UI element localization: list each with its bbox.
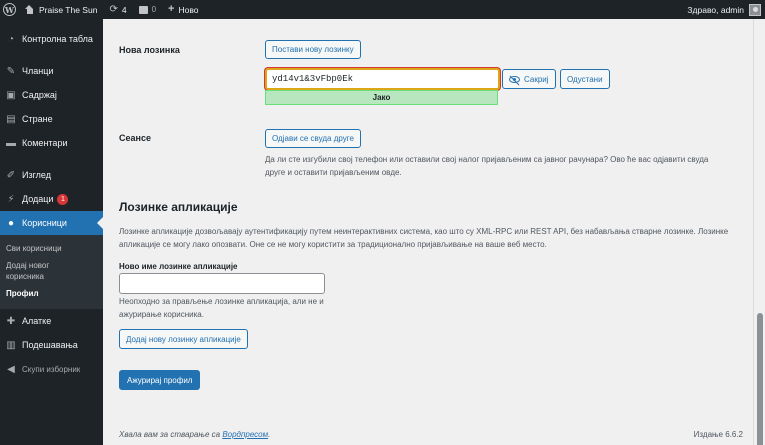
sidebar-item-pages[interactable]: ▤ Стране: [0, 107, 103, 131]
collapse-menu-button[interactable]: ◀ Скупи изборник: [0, 357, 103, 381]
wordpress-link[interactable]: Вордпресом: [222, 430, 268, 439]
sidebar-item-dashboard[interactable]: ◔ Контролна табла: [0, 27, 103, 51]
new-app-password-input[interactable]: [119, 273, 325, 294]
plugins-update-badge: 1: [57, 193, 69, 205]
plugin-icon: ⚡: [7, 193, 15, 205]
comment-bubble-icon: [138, 5, 148, 14]
app-passwords-heading: Лозинке апликације: [119, 200, 238, 214]
sidebar-item-media[interactable]: ▣ Садржај: [0, 83, 103, 107]
page-scrollbar[interactable]: [753, 19, 765, 445]
plus-icon: +: [168, 3, 175, 15]
updates-link[interactable]: ⟳ 4: [103, 0, 132, 19]
sidebar-item-label: Коментари: [22, 138, 68, 148]
sidebar-item-appearance[interactable]: ✐ Изглед: [0, 163, 103, 187]
sessions-description: Да ли сте изгубили свој телефон или оста…: [265, 155, 709, 177]
scrollbar-thumb[interactable]: [757, 313, 763, 445]
avatar: [749, 3, 761, 16]
settings-sliders-icon: ▥: [6, 339, 16, 351]
cancel-password-button[interactable]: Одустани: [560, 69, 610, 89]
sidebar-item-label: Корисници: [22, 218, 67, 228]
admin-bar: W Praise The Sun ⟳ 4 0 + Ново Здраво, ad…: [0, 0, 765, 19]
sidebar-item-label: Чланци: [22, 66, 54, 76]
updates-count: 4: [121, 4, 127, 15]
update-profile-button[interactable]: Ажурирај профил: [119, 370, 201, 390]
comments-icon: ▬: [6, 137, 16, 149]
new-password-label: Нова лозинка: [119, 45, 180, 55]
submenu-all-users[interactable]: Сви корисници: [0, 240, 103, 257]
sidebar-item-posts[interactable]: ✎ Чланци: [0, 59, 103, 83]
set-new-password-button[interactable]: Постави нову лозинку: [265, 40, 361, 59]
password-input[interactable]: yd14v1&3vFbp0Ek: [265, 68, 500, 90]
hide-button-label: Сакриј: [524, 74, 549, 84]
sessions-label: Сеансе: [119, 133, 151, 143]
new-app-password-hint: Неопходно за прављење лозинке апликација…: [119, 297, 324, 319]
profile-page-content: Нова лозинка Постави нову лозинку yd14v1…: [103, 19, 753, 445]
site-name-link[interactable]: Praise The Sun: [19, 0, 103, 19]
sidebar-item-plugins[interactable]: ⚡ Додаци 1: [0, 187, 103, 211]
submenu-add-new-user[interactable]: Додај новог корисника: [0, 257, 70, 285]
password-value: yd14v1&3vFbp0Ek: [272, 74, 354, 84]
users-submenu: Сви корисници Додај новог корисника Проф…: [0, 235, 103, 309]
collapse-arrow-icon: ◀: [7, 363, 15, 375]
wordpress-logo-menu[interactable]: W: [0, 0, 19, 19]
dashboard-gauge-icon: ◔: [7, 33, 15, 45]
wordpress-logo-icon: W: [3, 3, 16, 16]
sidebar-item-tools[interactable]: ✚ Алатке: [0, 309, 103, 333]
paintbrush-icon: ✐: [6, 169, 16, 181]
add-app-password-button[interactable]: Додај нову лозинку апликације: [119, 329, 248, 349]
comments-link[interactable]: 0: [133, 0, 162, 19]
footer-thanks-suffix: .: [268, 430, 271, 439]
pushpin-icon: ✎: [6, 65, 16, 77]
footer-version: Издање 6.6.2: [693, 430, 743, 439]
eye-slash-icon: [509, 75, 520, 83]
sidebar-item-label: Изглед: [22, 170, 51, 180]
sidebar-item-label: Скупи изборник: [22, 364, 81, 374]
app-passwords-description: Лозинке апликације дозвољавају аутентифи…: [119, 227, 729, 249]
sidebar-item-label: Контролна табла: [22, 34, 93, 44]
sidebar-item-label: Стране: [22, 114, 53, 124]
media-icon: ▣: [6, 89, 16, 101]
sidebar-item-label: Садржај: [22, 90, 57, 100]
wrench-icon: ✚: [6, 315, 16, 327]
pages-icon: ▤: [6, 113, 16, 125]
site-name: Praise The Sun: [39, 4, 98, 15]
sidebar-item-users[interactable]: ● Корисници: [0, 211, 103, 235]
greeting: Здраво, admin: [687, 4, 744, 15]
sidebar-item-settings[interactable]: ▥ Подешавања: [0, 333, 103, 357]
password-strength-meter: Јако: [265, 90, 498, 105]
sidebar-item-comments[interactable]: ▬ Коментари: [0, 131, 103, 155]
home-icon: [25, 5, 34, 14]
new-label: Ново: [178, 4, 199, 15]
sidebar-item-label: Додаци: [22, 194, 54, 204]
my-account-menu[interactable]: Здраво, admin: [681, 0, 765, 19]
footer-thanks-text: Хвала вам за стварање са: [119, 430, 223, 439]
new-app-password-label: Ново име лозинке апликације: [119, 262, 238, 271]
admin-sidebar: ◔ Контролна табла ✎ Чланци ▣ Садржај ▤ С…: [0, 19, 103, 445]
users-icon: ●: [7, 217, 15, 229]
logout-everywhere-button[interactable]: Одјави се свуда друге: [265, 129, 361, 148]
submenu-profile[interactable]: Профил: [0, 285, 103, 302]
hide-password-button[interactable]: Сакриј: [502, 69, 556, 89]
comments-count: 0: [151, 5, 157, 14]
updates-icon: ⟳: [109, 3, 118, 15]
sidebar-item-label: Алатке: [22, 316, 52, 326]
new-content-menu[interactable]: + Ново: [162, 0, 204, 19]
sidebar-item-label: Подешавања: [22, 340, 78, 350]
footer-thanks: Хвала вам за стварање са Вордпресом.: [119, 430, 270, 439]
